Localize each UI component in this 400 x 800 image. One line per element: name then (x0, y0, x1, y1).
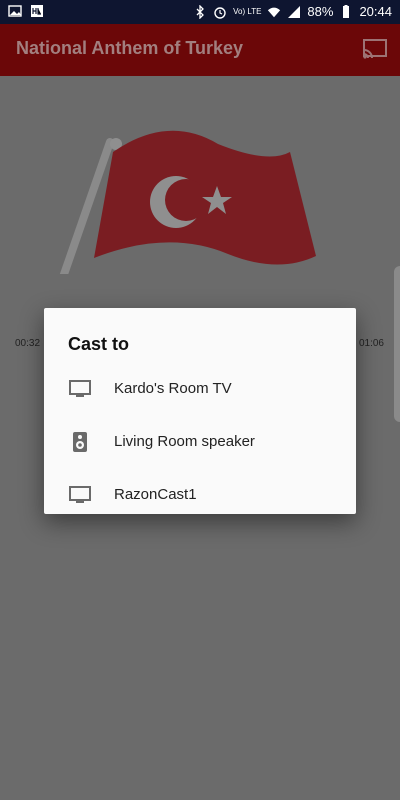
tv-icon (68, 483, 92, 507)
signal-icon (287, 5, 301, 19)
bluetooth-icon (193, 4, 207, 19)
cast-button[interactable] (362, 36, 388, 62)
device-label: Living Room speaker (114, 433, 255, 450)
device-list: Kardo's Room TV Living Room speaker Razo… (44, 362, 356, 521)
side-panel-handle[interactable] (394, 266, 400, 422)
dialog-title: Cast to (68, 334, 130, 354)
alarm-icon (213, 5, 227, 19)
status-right: Vo) LTE 88% 20:44 (193, 4, 392, 19)
device-item-razoncast1[interactable]: RazonCast1 (44, 468, 356, 521)
volte-label: Vo) LTE (233, 7, 262, 16)
turkey-flag-image (59, 130, 316, 274)
clock: 20:44 (359, 4, 392, 19)
battery-icon (339, 4, 353, 19)
device-label: RazonCast1 (114, 486, 197, 503)
battery-percent: 88% (307, 4, 334, 19)
cast-icon (363, 39, 387, 59)
device-item-living-room-speaker[interactable]: Living Room speaker (44, 415, 356, 468)
status-left (8, 4, 44, 18)
app-bar: National Anthem of Turkey (0, 24, 400, 76)
tv-icon (68, 377, 92, 401)
page-title: National Anthem of Turkey (16, 38, 244, 58)
app-icon (30, 4, 44, 18)
gallery-icon (8, 4, 22, 18)
status-bar: Vo) LTE 88% 20:44 (0, 0, 400, 24)
cast-dialog: Cast to Kardo's Room TV Living Room spea… (44, 308, 356, 514)
elapsed-time: 00:32 (15, 338, 41, 349)
device-item-kardos-room-tv[interactable]: Kardo's Room TV (44, 362, 356, 415)
speaker-icon (68, 430, 92, 454)
wifi-icon (267, 5, 281, 19)
total-time: 01:06 (358, 338, 384, 349)
device-label: Kardo's Room TV (114, 380, 232, 397)
